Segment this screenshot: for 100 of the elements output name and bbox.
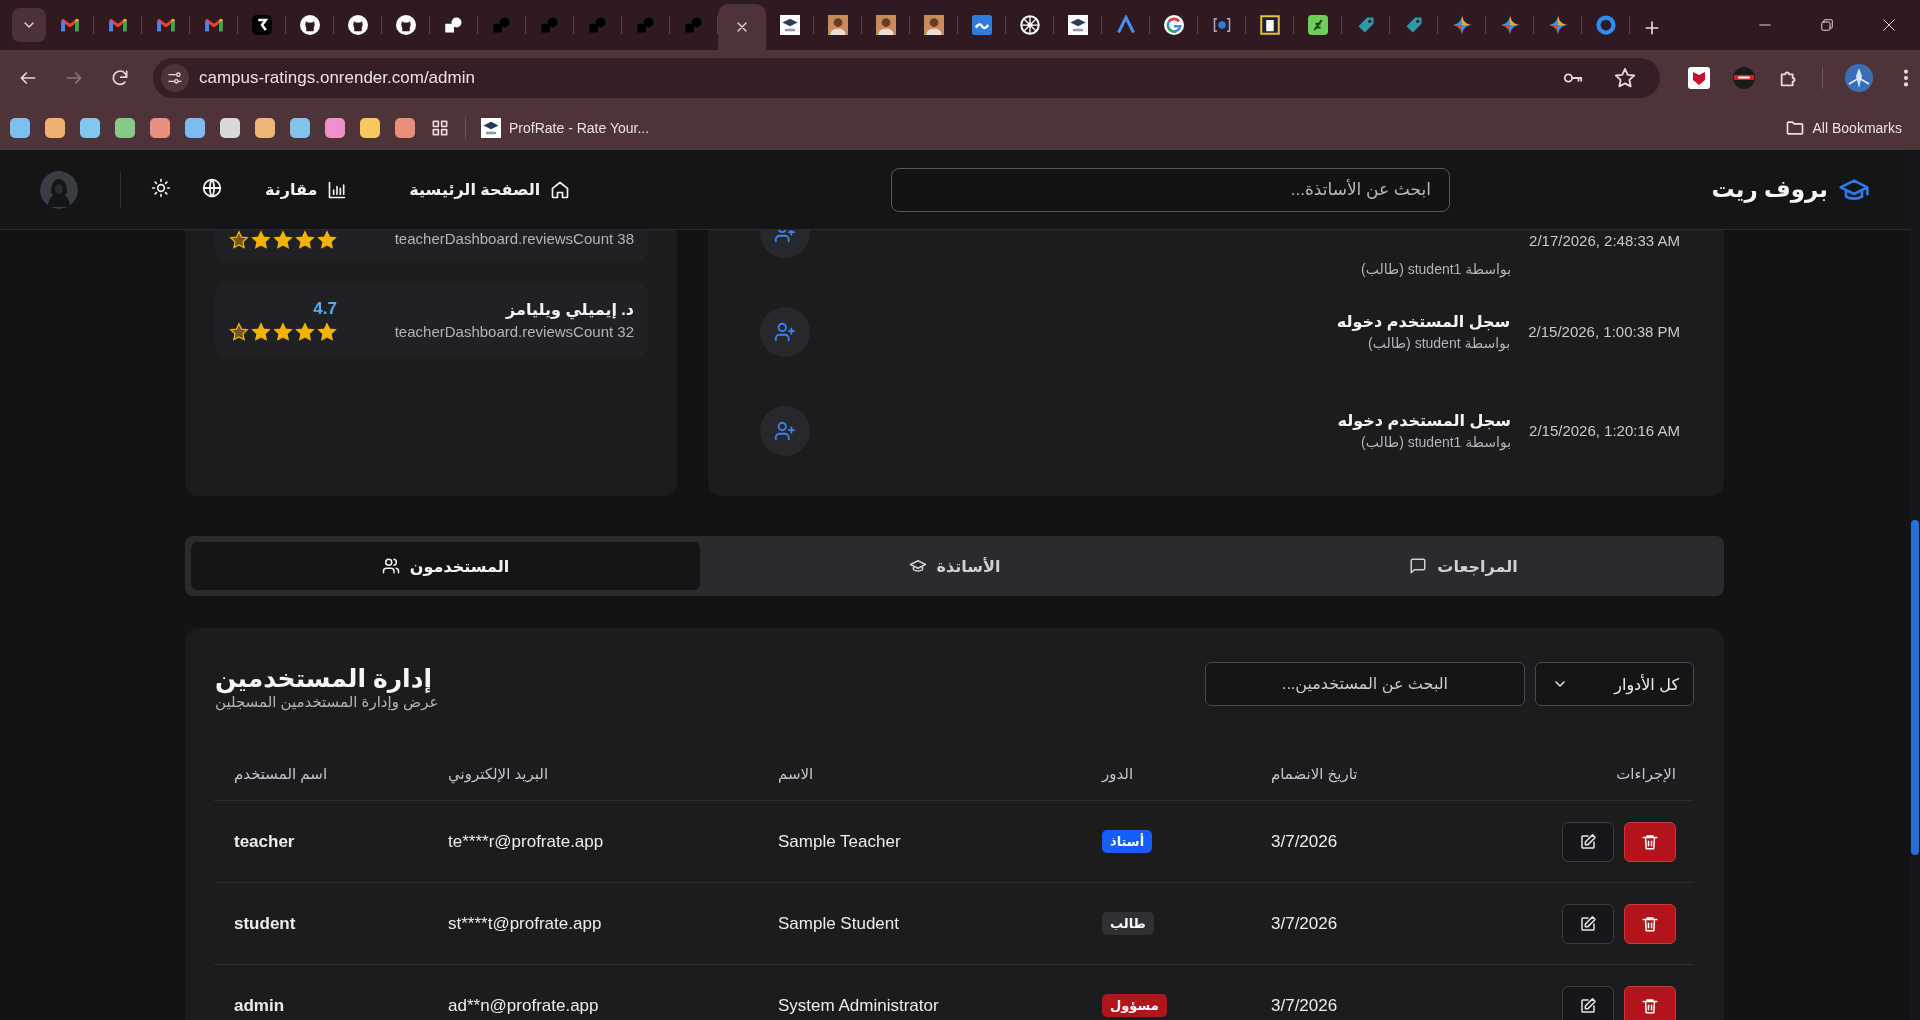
star-icon bbox=[273, 230, 293, 250]
tab[interactable]: الأساتذة bbox=[700, 542, 1209, 590]
activity-time: 2/15/2026, 1:00:38 PM bbox=[1528, 323, 1680, 340]
tag-icon bbox=[1356, 15, 1376, 35]
apps-grid-icon[interactable] bbox=[430, 118, 450, 138]
teacher-item[interactable]: 38 teacherDashboard.reviewsCount bbox=[215, 230, 648, 261]
star-icon bbox=[317, 230, 337, 250]
shield-extension-icon[interactable] bbox=[1688, 67, 1710, 89]
table-cell: ad**n@profrate.app bbox=[448, 995, 599, 1016]
section-title: إدارة المستخدمين bbox=[215, 663, 434, 693]
bookmark-favicon[interactable] bbox=[45, 118, 65, 138]
tag-icon bbox=[1404, 15, 1424, 35]
activity-time: 2/15/2026, 1:20:16 AM bbox=[1529, 422, 1680, 439]
role-badge: أستاذ bbox=[1102, 830, 1153, 853]
teacher-name: د. إيميلي ويليامز bbox=[504, 300, 634, 320]
tab[interactable]: المراجعات bbox=[1209, 542, 1718, 590]
bookmark-favicon[interactable] bbox=[220, 118, 240, 138]
block-logo-icon bbox=[636, 15, 656, 35]
delete-button[interactable] bbox=[1624, 821, 1676, 862]
bookmark-favicon[interactable] bbox=[290, 118, 310, 138]
all-bookmarks-button[interactable]: All Bookmarks bbox=[1784, 118, 1902, 138]
brackets-icon bbox=[1212, 15, 1232, 35]
rating-value: 4.7 bbox=[313, 298, 337, 319]
review-count: 38 teacherDashboard.reviewsCount bbox=[394, 230, 634, 247]
edit-button[interactable] bbox=[1562, 985, 1614, 1020]
activity-user: بواسطة student1 (طالب) bbox=[1361, 261, 1512, 277]
round-logo-icon bbox=[300, 15, 320, 35]
user-plus-icon bbox=[760, 306, 810, 357]
ring-icon bbox=[1596, 15, 1616, 35]
tab-search-button[interactable] bbox=[12, 8, 46, 42]
star-outline-icon[interactable] bbox=[1614, 67, 1636, 89]
folder-icon bbox=[1784, 118, 1805, 138]
star-icon bbox=[251, 230, 271, 250]
table-cell: Sample Teacher bbox=[778, 831, 901, 852]
edit-icon bbox=[1579, 996, 1597, 1015]
sparkle-icon bbox=[1548, 15, 1568, 35]
profile-avatar-icon[interactable] bbox=[1845, 64, 1873, 92]
table-cell: 3/7/2026 bbox=[1271, 995, 1338, 1016]
table-cell: st****t@profrate.app bbox=[448, 913, 602, 934]
table-cell: System Administrator bbox=[778, 995, 939, 1016]
search-field[interactable]: البحث عن المستخدمين... bbox=[1205, 662, 1525, 706]
column-header: اسم المستخدم bbox=[234, 765, 328, 783]
user-plus-icon bbox=[760, 405, 810, 456]
person-icon bbox=[828, 15, 848, 35]
bookmark-link[interactable]: ProfRate - Rate Your... bbox=[481, 118, 650, 138]
column-header: البريد الإلكتروني bbox=[448, 765, 549, 783]
bookmark-favicon[interactable] bbox=[325, 118, 345, 138]
app-icon bbox=[252, 15, 272, 35]
role-dropdown[interactable]: كل الأدوار bbox=[1535, 662, 1694, 706]
table-cell: 3/7/2026 bbox=[1271, 913, 1338, 934]
trash-icon bbox=[1641, 996, 1659, 1015]
tile-icon bbox=[972, 15, 992, 35]
cap-logo-icon bbox=[481, 118, 501, 138]
ring-logo-icon bbox=[1164, 15, 1184, 35]
url-text: campus-ratings.onrender.com/admin bbox=[199, 68, 476, 88]
sparkle-icon bbox=[1452, 15, 1472, 35]
sun-icon[interactable] bbox=[151, 177, 171, 198]
nav-link[interactable]: مقارنة bbox=[265, 179, 348, 200]
star-icon bbox=[229, 321, 249, 342]
bookmark-favicon[interactable] bbox=[150, 118, 170, 138]
delete-button[interactable] bbox=[1624, 985, 1676, 1020]
star-icon bbox=[229, 230, 249, 250]
bookmark-favicon[interactable] bbox=[255, 118, 275, 138]
role-badge: طالب bbox=[1102, 912, 1154, 935]
bookmark-favicon[interactable] bbox=[395, 118, 415, 138]
tab[interactable]: المستخدمون bbox=[191, 542, 700, 590]
column-header: الدور bbox=[1102, 765, 1134, 783]
bookmark-favicon[interactable] bbox=[80, 118, 100, 138]
star-icon bbox=[273, 321, 293, 342]
bar-chart-icon bbox=[327, 179, 348, 200]
trash-icon bbox=[1641, 832, 1659, 851]
bookmark-favicon[interactable] bbox=[10, 118, 30, 138]
globe-icon[interactable] bbox=[201, 176, 223, 199]
search-field[interactable]: ابحث عن الأساتذة... bbox=[891, 167, 1450, 212]
table-cell: admin bbox=[234, 995, 285, 1016]
round-logo-icon bbox=[396, 15, 416, 35]
leaf-icon bbox=[1308, 15, 1328, 35]
brand-name[interactable]: بروف ريت bbox=[1711, 176, 1828, 203]
star-icon bbox=[317, 321, 337, 342]
address-bar[interactable]: campus-ratings.onrender.com/admin bbox=[153, 58, 1660, 98]
bookmark-favicon[interactable] bbox=[185, 118, 205, 138]
table-cell: teacher bbox=[234, 831, 295, 852]
nav-link[interactable]: الصفحة الرئيسية bbox=[409, 179, 571, 200]
role-badge: مسؤول bbox=[1102, 994, 1167, 1017]
home-icon bbox=[550, 179, 571, 200]
scrollbar[interactable] bbox=[1910, 150, 1920, 1020]
trash-icon bbox=[1641, 914, 1659, 933]
bookmark-favicon[interactable] bbox=[115, 118, 135, 138]
activity-title: سجل المستخدم دخوله bbox=[1336, 312, 1511, 332]
delete-button[interactable] bbox=[1624, 903, 1676, 944]
edit-button[interactable] bbox=[1562, 903, 1614, 944]
person-icon bbox=[876, 15, 896, 35]
reload-icon[interactable] bbox=[110, 68, 130, 88]
edit-button[interactable] bbox=[1562, 821, 1614, 862]
round-logo-icon bbox=[348, 15, 368, 35]
sparkle-icon bbox=[1500, 15, 1520, 35]
bookmark-favicon[interactable] bbox=[360, 118, 380, 138]
activity-user: بواسطة student1 (طالب) bbox=[1360, 434, 1512, 450]
frame-icon bbox=[1260, 15, 1280, 35]
masked-figure-icon[interactable] bbox=[1732, 66, 1756, 90]
